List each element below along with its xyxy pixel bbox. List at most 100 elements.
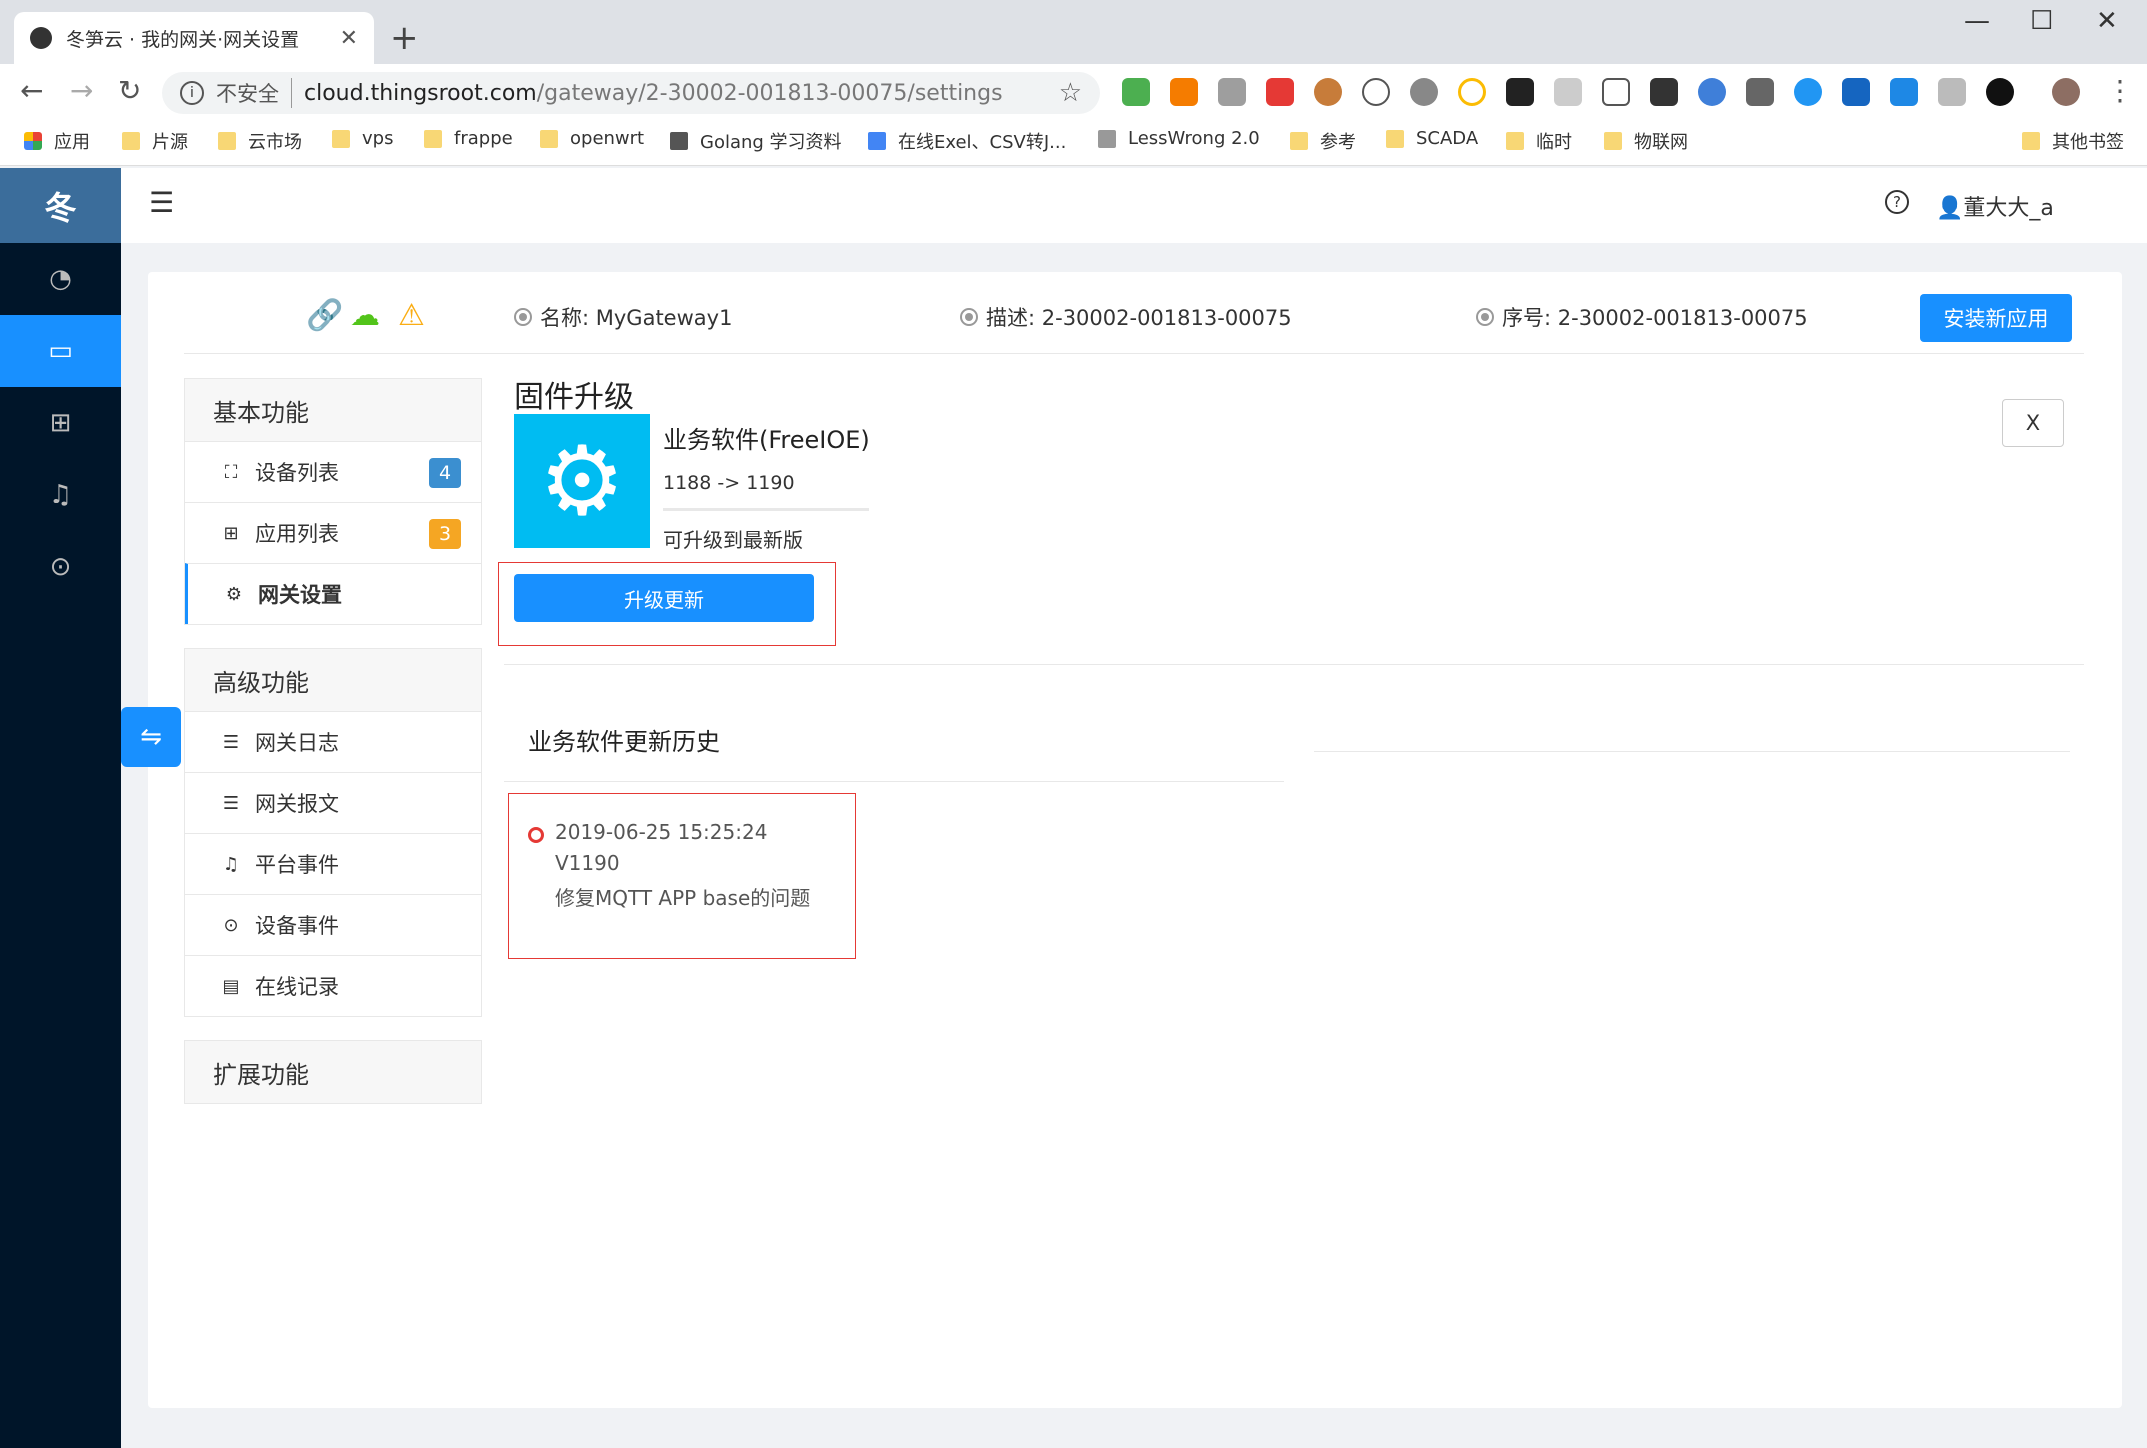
extension-icon[interactable] <box>1890 78 1918 106</box>
url-host: cloud.thingsroot.com <box>304 80 537 106</box>
history-date: 2019-06-25 15:25:24 <box>555 820 768 844</box>
minimize-icon[interactable]: — <box>1964 6 1990 36</box>
extension-icon[interactable] <box>1842 78 1870 106</box>
grid-icon: ⊞ <box>223 522 239 544</box>
settings-card: 🔗 ☁ ⚠ 名称: MyGateway1 描述: 2-30002-001813-… <box>121 272 2122 1408</box>
bookmark-item[interactable]: 片源 <box>122 128 188 154</box>
maximize-icon[interactable]: ☐ <box>2030 6 2053 36</box>
list-icon: ☰ <box>222 792 240 814</box>
tab-close-icon[interactable]: ✕ <box>340 26 358 51</box>
bookmark-item[interactable]: Golang 学习资料 <box>670 128 842 154</box>
extension-icon[interactable] <box>1122 78 1150 106</box>
firmware-version: 1188 -> 1190 <box>663 472 795 494</box>
browser-tab[interactable]: 冬笋云 · 我的网关·网关设置 ✕ <box>14 12 374 64</box>
extension-icon[interactable] <box>1938 78 1966 106</box>
app-logo[interactable]: 冬 <box>0 168 121 243</box>
extension-icon[interactable] <box>1506 78 1534 106</box>
bookmark-item[interactable]: 云市场 <box>218 128 302 154</box>
folder-icon <box>332 129 350 148</box>
lw-icon <box>1098 129 1116 148</box>
help-icon[interactable]: ? <box>1885 190 1909 214</box>
extension-icon[interactable] <box>1554 78 1582 106</box>
firmware-title: 固件升级 <box>514 380 634 415</box>
version-divider <box>663 508 869 511</box>
cookie-extension-icon[interactable] <box>1314 78 1342 106</box>
menu-item-platform-event[interactable]: ♫ 平台事件 <box>185 833 481 894</box>
extension-icon[interactable] <box>1458 78 1486 106</box>
bookmark-item[interactable]: 参考 <box>1290 128 1356 154</box>
bookmark-item[interactable]: SCADA <box>1386 128 1478 149</box>
install-app-button[interactable]: 安装新应用 <box>1920 294 2072 342</box>
menu-item-gateway-message[interactable]: ☰ 网关报文 <box>185 772 481 833</box>
folder-icon <box>218 132 236 150</box>
extension-icon[interactable] <box>1650 78 1678 106</box>
bookmark-item[interactable]: LessWrong 2.0 <box>1098 128 1260 149</box>
advanced-menu-title: 高级功能 <box>185 649 481 711</box>
window-close-icon[interactable]: ✕ <box>2096 6 2118 36</box>
extension-icon[interactable] <box>1602 78 1630 106</box>
close-button[interactable]: X <box>2002 399 2064 447</box>
info-icon[interactable]: i <box>180 81 204 105</box>
apps-grid-icon <box>24 132 42 150</box>
swap-toggle-button[interactable]: ⇋ <box>121 707 181 767</box>
back-icon[interactable]: ← <box>20 74 43 107</box>
bell-icon: ♫ <box>222 853 240 875</box>
bookmark-item[interactable]: frappe <box>424 128 513 149</box>
upgrade-button[interactable]: 升级更新 <box>514 574 814 622</box>
bookmark-item[interactable]: 应用 <box>24 128 90 154</box>
profile-avatar[interactable] <box>2052 78 2080 106</box>
browser-toolbar: ← → ↻ i 不安全 cloud.thingsroot.com /gatewa… <box>0 64 2147 120</box>
bookmark-star-icon[interactable]: ☆ <box>1059 78 1082 108</box>
menu-fold-icon[interactable]: ☰ <box>149 186 174 219</box>
menu-item-online-record[interactable]: ▤ 在线记录 <box>185 955 481 1016</box>
sidebar: 冬 ◔ ▭ ⊞ ♫ ⊙ <box>0 168 121 1448</box>
extension-icon[interactable] <box>1266 78 1294 106</box>
extension-icon[interactable] <box>1170 78 1198 106</box>
apps-nav-icon[interactable]: ⊞ <box>0 387 121 459</box>
bookmark-item[interactable]: 在线Exel、CSV转J... <box>868 128 1066 154</box>
dashboard-icon[interactable]: ◔ <box>0 243 121 315</box>
menu-item-gateway-log[interactable]: ☰ 网关日志 <box>185 711 481 772</box>
gateway-nav-icon[interactable]: ▭ <box>0 315 121 387</box>
bookmarks-bar: 应用 片源 云市场 vps frappe openwrt Golang 学习资料… <box>0 120 2147 166</box>
history-highlight-box <box>508 793 856 959</box>
device-count-badge: 4 <box>429 458 461 488</box>
extension-menu-title[interactable]: 扩展功能 <box>185 1041 481 1103</box>
forward-icon[interactable]: → <box>70 74 93 107</box>
basic-menu-title: 基本功能 <box>185 379 481 441</box>
extension-icon[interactable] <box>1410 78 1438 106</box>
browser-tab-bar: 冬笋云 · 我的网关·网关设置 ✕ + — ☐ ✕ <box>0 0 2147 64</box>
gateway-serial: 序号: 2-30002-001813-00075 <box>1476 302 1808 332</box>
message-nav-icon[interactable]: ⊙ <box>0 531 121 603</box>
url-path: /gateway/2-30002-001813-00075/settings <box>536 80 1003 106</box>
browser-menu-icon[interactable]: ⋮ <box>2106 74 2134 107</box>
folder-icon <box>2022 132 2040 150</box>
user-menu[interactable]: 👤董大大_a <box>1936 190 2054 222</box>
firmware-name: 业务软件(FreeIOE) <box>663 426 870 454</box>
address-bar[interactable]: i 不安全 cloud.thingsroot.com /gateway/2-30… <box>162 72 1100 114</box>
eye-extension-icon[interactable] <box>1746 78 1774 106</box>
bookmark-item[interactable]: 物联网 <box>1604 128 1688 154</box>
bell-nav-icon[interactable]: ♫ <box>0 459 121 531</box>
bookmark-item[interactable]: 临时 <box>1506 128 1572 154</box>
reload-icon[interactable]: ↻ <box>118 74 141 107</box>
extension-icon[interactable] <box>1362 78 1390 106</box>
new-tab-icon[interactable]: + <box>390 18 419 58</box>
cloud-upload-icon: ☁ <box>350 298 380 333</box>
bookmark-item[interactable]: openwrt <box>540 128 644 149</box>
bookmark-item[interactable]: vps <box>332 128 393 149</box>
menu-item-device-event[interactable]: ⊙ 设备事件 <box>185 894 481 955</box>
cluster-icon: ⛶ <box>224 461 238 483</box>
radio-icon <box>960 308 978 326</box>
extension-icon[interactable] <box>1794 78 1822 106</box>
extension-icon[interactable] <box>1986 78 2014 106</box>
folder-icon <box>424 129 442 148</box>
extension-icon[interactable] <box>1698 78 1726 106</box>
other-bookmarks[interactable]: 其他书签 <box>2022 128 2124 154</box>
section-divider <box>504 664 2084 665</box>
menu-item-app-list[interactable]: ⊞ 应用列表 3 <box>185 502 481 563</box>
menu-item-device-list[interactable]: ⛶ 设备列表 4 <box>185 441 481 502</box>
menu-item-gateway-settings[interactable]: ⚙ 网关设置 <box>185 563 481 624</box>
camera-extension-icon[interactable] <box>1218 78 1246 106</box>
book-icon <box>670 132 688 150</box>
